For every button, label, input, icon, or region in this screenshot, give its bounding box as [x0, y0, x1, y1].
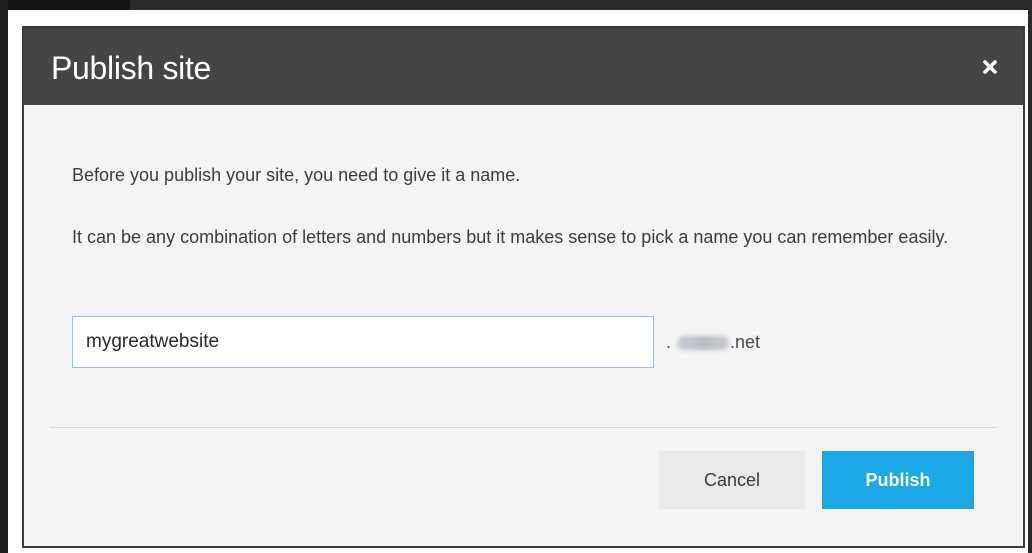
cancel-button[interactable]: Cancel — [659, 451, 805, 509]
domain-dot: . — [666, 332, 672, 352]
backdrop-top-strip — [0, 0, 130, 10]
site-name-input[interactable] — [72, 316, 654, 368]
intro-text: Before you publish your site, you need t… — [72, 165, 521, 185]
redacted-domain — [677, 336, 730, 351]
publish-site-dialog: Publish site Before you publish your sit… — [24, 28, 1023, 546]
dialog-header: Publish site — [24, 28, 1023, 105]
dialog-title: Publish site — [51, 50, 212, 86]
name-hint-text: It can be any combination of letters and… — [72, 227, 949, 247]
footer-divider — [50, 427, 996, 428]
backdrop-left-edge — [0, 0, 8, 553]
backdrop-top-edge — [0, 0, 1032, 10]
close-button[interactable] — [975, 52, 1005, 82]
backdrop-right-edge — [1028, 0, 1032, 553]
site-name-row: . .net — [72, 316, 992, 368]
close-icon — [983, 60, 997, 74]
domain-suffix: . .net — [666, 330, 760, 354]
domain-tld: .net — [730, 332, 761, 352]
publish-button[interactable]: Publish — [822, 451, 974, 509]
